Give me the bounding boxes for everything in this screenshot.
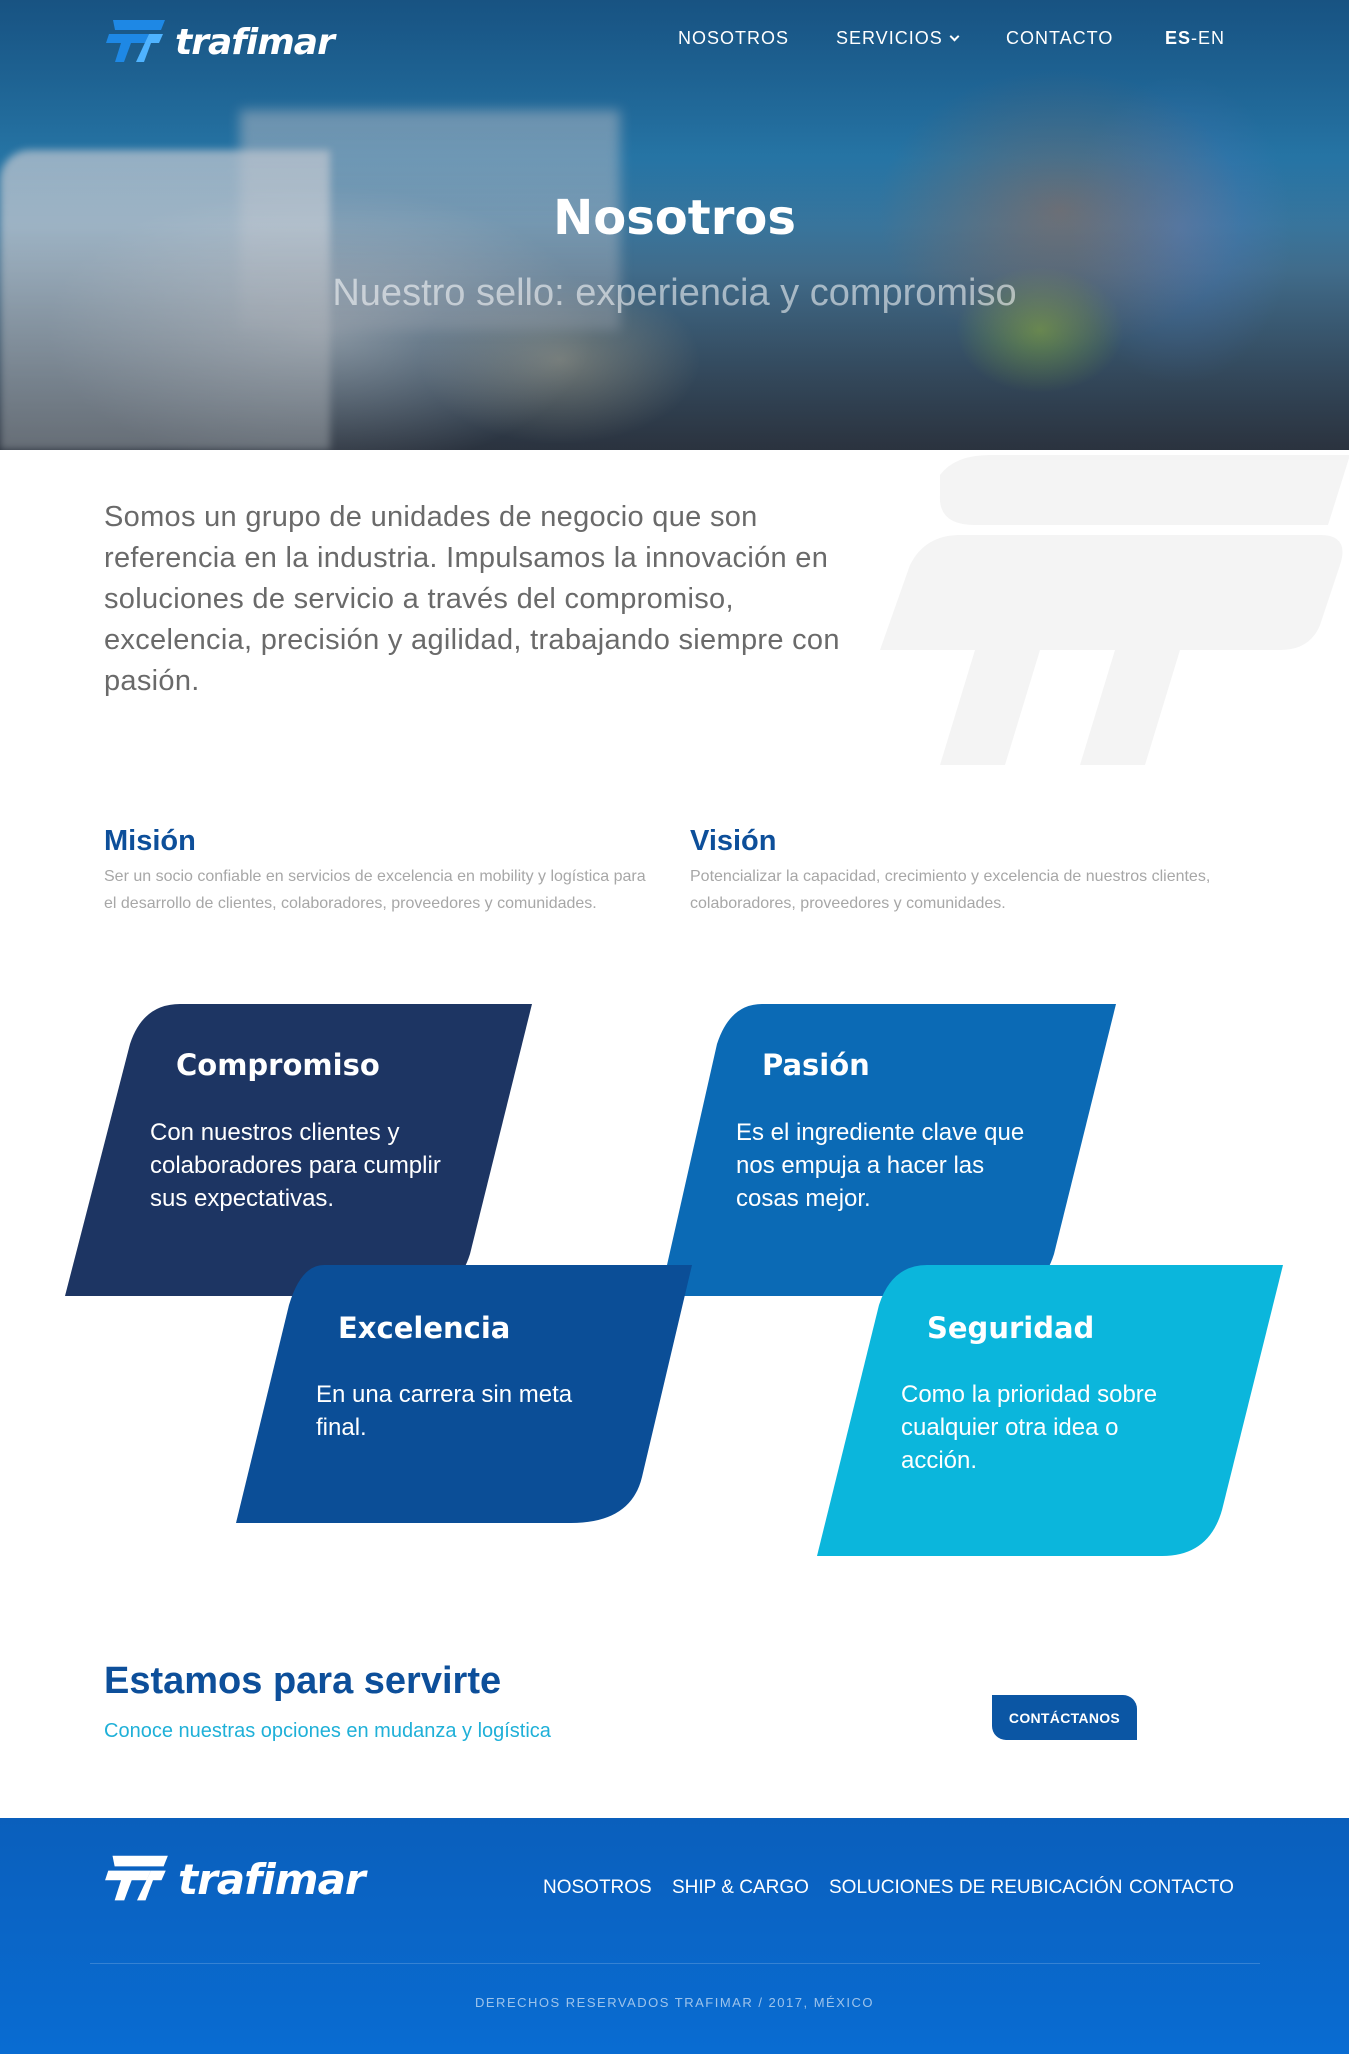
footer-nav-ship-cargo[interactable]: SHIP & CARGO xyxy=(672,1877,809,1899)
cta-subtitle: Conoce nuestras opciones en mudanza y lo… xyxy=(104,1720,551,1742)
value-title: Compromiso xyxy=(176,1048,380,1082)
copyright-text: DERECHOS RESERVADOS TRAFIMAR / 2017, MÉX… xyxy=(475,1995,874,2010)
value-title: Pasión xyxy=(762,1048,870,1082)
footer-nav-soluciones-reubicacion[interactable]: SOLUCIONES DE REUBICACIÓN xyxy=(829,1877,1123,1899)
value-text: Es el ingrediente clave que nos empuja a… xyxy=(736,1119,1025,1212)
contact-button[interactable]: CONTÁCTANOS xyxy=(992,1695,1137,1740)
page-title: Nosotros xyxy=(553,190,796,246)
footer-nav-nosotros[interactable]: NOSOTROS xyxy=(543,1877,652,1899)
mission-text: Ser un socio confiable en servicios de e… xyxy=(104,868,646,912)
language-switcher: ES-EN xyxy=(1165,28,1226,48)
footer-brand-name: trafimar xyxy=(178,1855,366,1904)
value-text: En una carrera sin meta final. xyxy=(316,1381,573,1441)
trafimar-watermark-icon xyxy=(880,455,1349,765)
chevron-down-icon xyxy=(949,31,960,42)
nav-servicios[interactable]: SERVICIOS xyxy=(836,28,960,49)
value-card-compromiso: Compromiso Con nuestros clientes y colab… xyxy=(65,1004,535,1296)
vision-title: Visión xyxy=(690,825,777,857)
footer-nav-contacto[interactable]: CONTACTO xyxy=(1129,1877,1234,1899)
footer-logo[interactable]: trafimar xyxy=(104,1850,366,1909)
vision-text: Potencializar la capacidad, crecimiento … xyxy=(690,868,1211,912)
value-card-seguridad: Seguridad Como la prioridad sobre cualqu… xyxy=(817,1265,1284,1556)
page-subtitle: Nuestro sello: experiencia y compromiso xyxy=(332,272,1017,314)
value-title: Seguridad xyxy=(927,1311,1095,1345)
value-text: Como la prioridad sobre cualquier otra i… xyxy=(901,1381,1158,1474)
nav-servicios-label: SERVICIOS xyxy=(836,28,943,48)
value-card-excelencia: Excelencia En una carrera sin meta final… xyxy=(236,1265,694,1523)
nav-nosotros[interactable]: NOSOTROS xyxy=(678,28,789,49)
main-nav: NOSOTROS SERVICIOS CONTACTO xyxy=(0,28,1349,52)
footer-divider xyxy=(90,1963,1260,1964)
value-title: Excelencia xyxy=(338,1311,511,1345)
cta-title: Estamos para servirte xyxy=(104,1660,502,1702)
lang-en[interactable]: EN xyxy=(1198,28,1225,48)
lang-es[interactable]: ES xyxy=(1165,28,1191,48)
value-text: Con nuestros clientes y colaboradores pa… xyxy=(150,1119,441,1212)
value-card-pasion: Pasión Es el ingrediente clave que nos e… xyxy=(660,1004,1118,1296)
intro-text: Somos un grupo de unidades de negocio qu… xyxy=(104,501,840,697)
trafimar-logo-icon xyxy=(104,1850,170,1909)
nav-contacto[interactable]: CONTACTO xyxy=(1006,28,1113,49)
mission-title: Misión xyxy=(104,825,196,857)
